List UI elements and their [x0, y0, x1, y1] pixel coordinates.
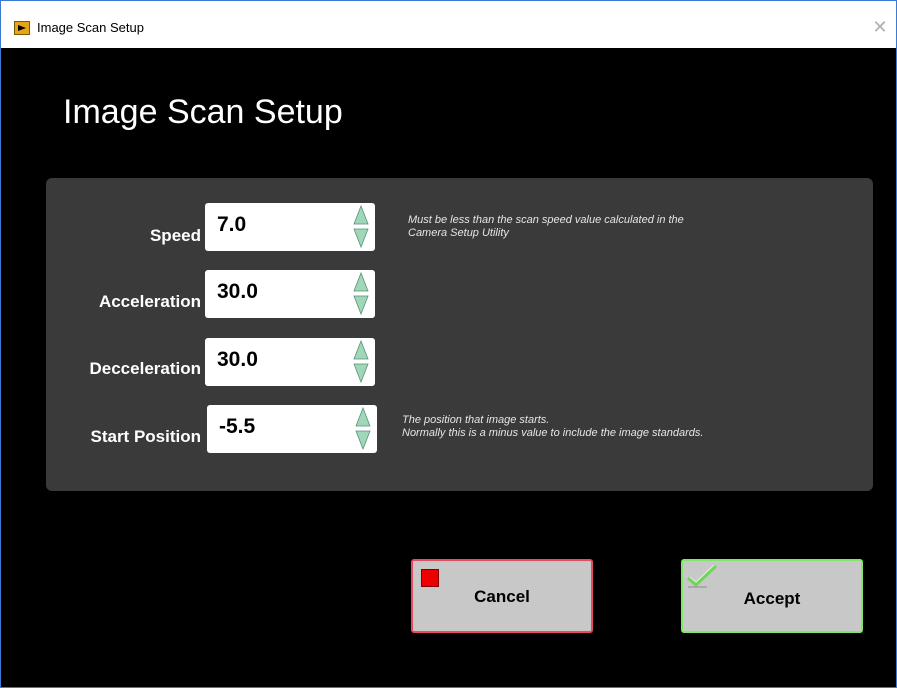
- decceleration-input[interactable]: 30.0: [205, 338, 375, 386]
- start-position-spinner[interactable]: [355, 407, 371, 451]
- decceleration-spinner[interactable]: [353, 340, 369, 384]
- decrement-arrow-icon[interactable]: [353, 228, 369, 248]
- speed-spinner[interactable]: [353, 205, 369, 249]
- decrement-arrow-icon[interactable]: [353, 363, 369, 383]
- acceleration-value[interactable]: 30.0: [217, 280, 258, 304]
- decceleration-value[interactable]: 30.0: [217, 348, 258, 372]
- labview-vi-icon: [14, 21, 30, 35]
- start-position-note-line-2: Normally this is a minus value to includ…: [402, 427, 704, 439]
- decrement-arrow-icon[interactable]: [353, 295, 369, 315]
- start-position-label: Start Position: [90, 427, 201, 446]
- cancel-button[interactable]: Cancel: [411, 559, 593, 633]
- cancel-button-label: Cancel: [474, 587, 530, 606]
- start-position-note: The position that image starts. Normally…: [402, 414, 703, 440]
- start-position-input[interactable]: -5.5: [207, 405, 377, 453]
- acceleration-spinner[interactable]: [353, 272, 369, 316]
- speed-note: Must be less than the scan speed value c…: [408, 214, 684, 240]
- settings-panel: Speed 7.0 Must be less than the scan spe…: [46, 178, 873, 491]
- start-position-value[interactable]: -5.5: [219, 415, 255, 439]
- title-bar[interactable]: Image Scan Setup ✕: [1, 1, 896, 48]
- speed-input[interactable]: 7.0: [205, 203, 375, 251]
- acceleration-input[interactable]: 30.0: [205, 270, 375, 318]
- increment-arrow-icon[interactable]: [353, 340, 369, 360]
- increment-arrow-icon[interactable]: [355, 407, 371, 427]
- app-window: Image Scan Setup ✕ Image Scan Setup Spee…: [0, 0, 897, 688]
- page-title: Image Scan Setup: [63, 93, 343, 131]
- speed-label: Speed: [149, 226, 201, 245]
- accept-button-label: Accept: [743, 589, 801, 608]
- speed-value[interactable]: 7.0: [217, 213, 246, 237]
- decceleration-label: Decceleration: [89, 359, 202, 378]
- speed-note-line-2: Camera Setup Utility: [408, 227, 509, 239]
- check-icon: [687, 564, 718, 588]
- increment-arrow-icon[interactable]: [353, 205, 369, 225]
- increment-arrow-icon[interactable]: [353, 272, 369, 292]
- window-title: Image Scan Setup: [37, 20, 144, 35]
- acceleration-label: Acceleration: [98, 292, 201, 311]
- stop-icon: [421, 569, 439, 587]
- close-button[interactable]: ✕: [868, 15, 892, 39]
- speed-note-line-1: Must be less than the scan speed value c…: [408, 214, 684, 226]
- accept-button[interactable]: Accept: [681, 559, 863, 633]
- decrement-arrow-icon[interactable]: [355, 430, 371, 450]
- start-position-note-line-1: The position that image starts.: [402, 414, 550, 426]
